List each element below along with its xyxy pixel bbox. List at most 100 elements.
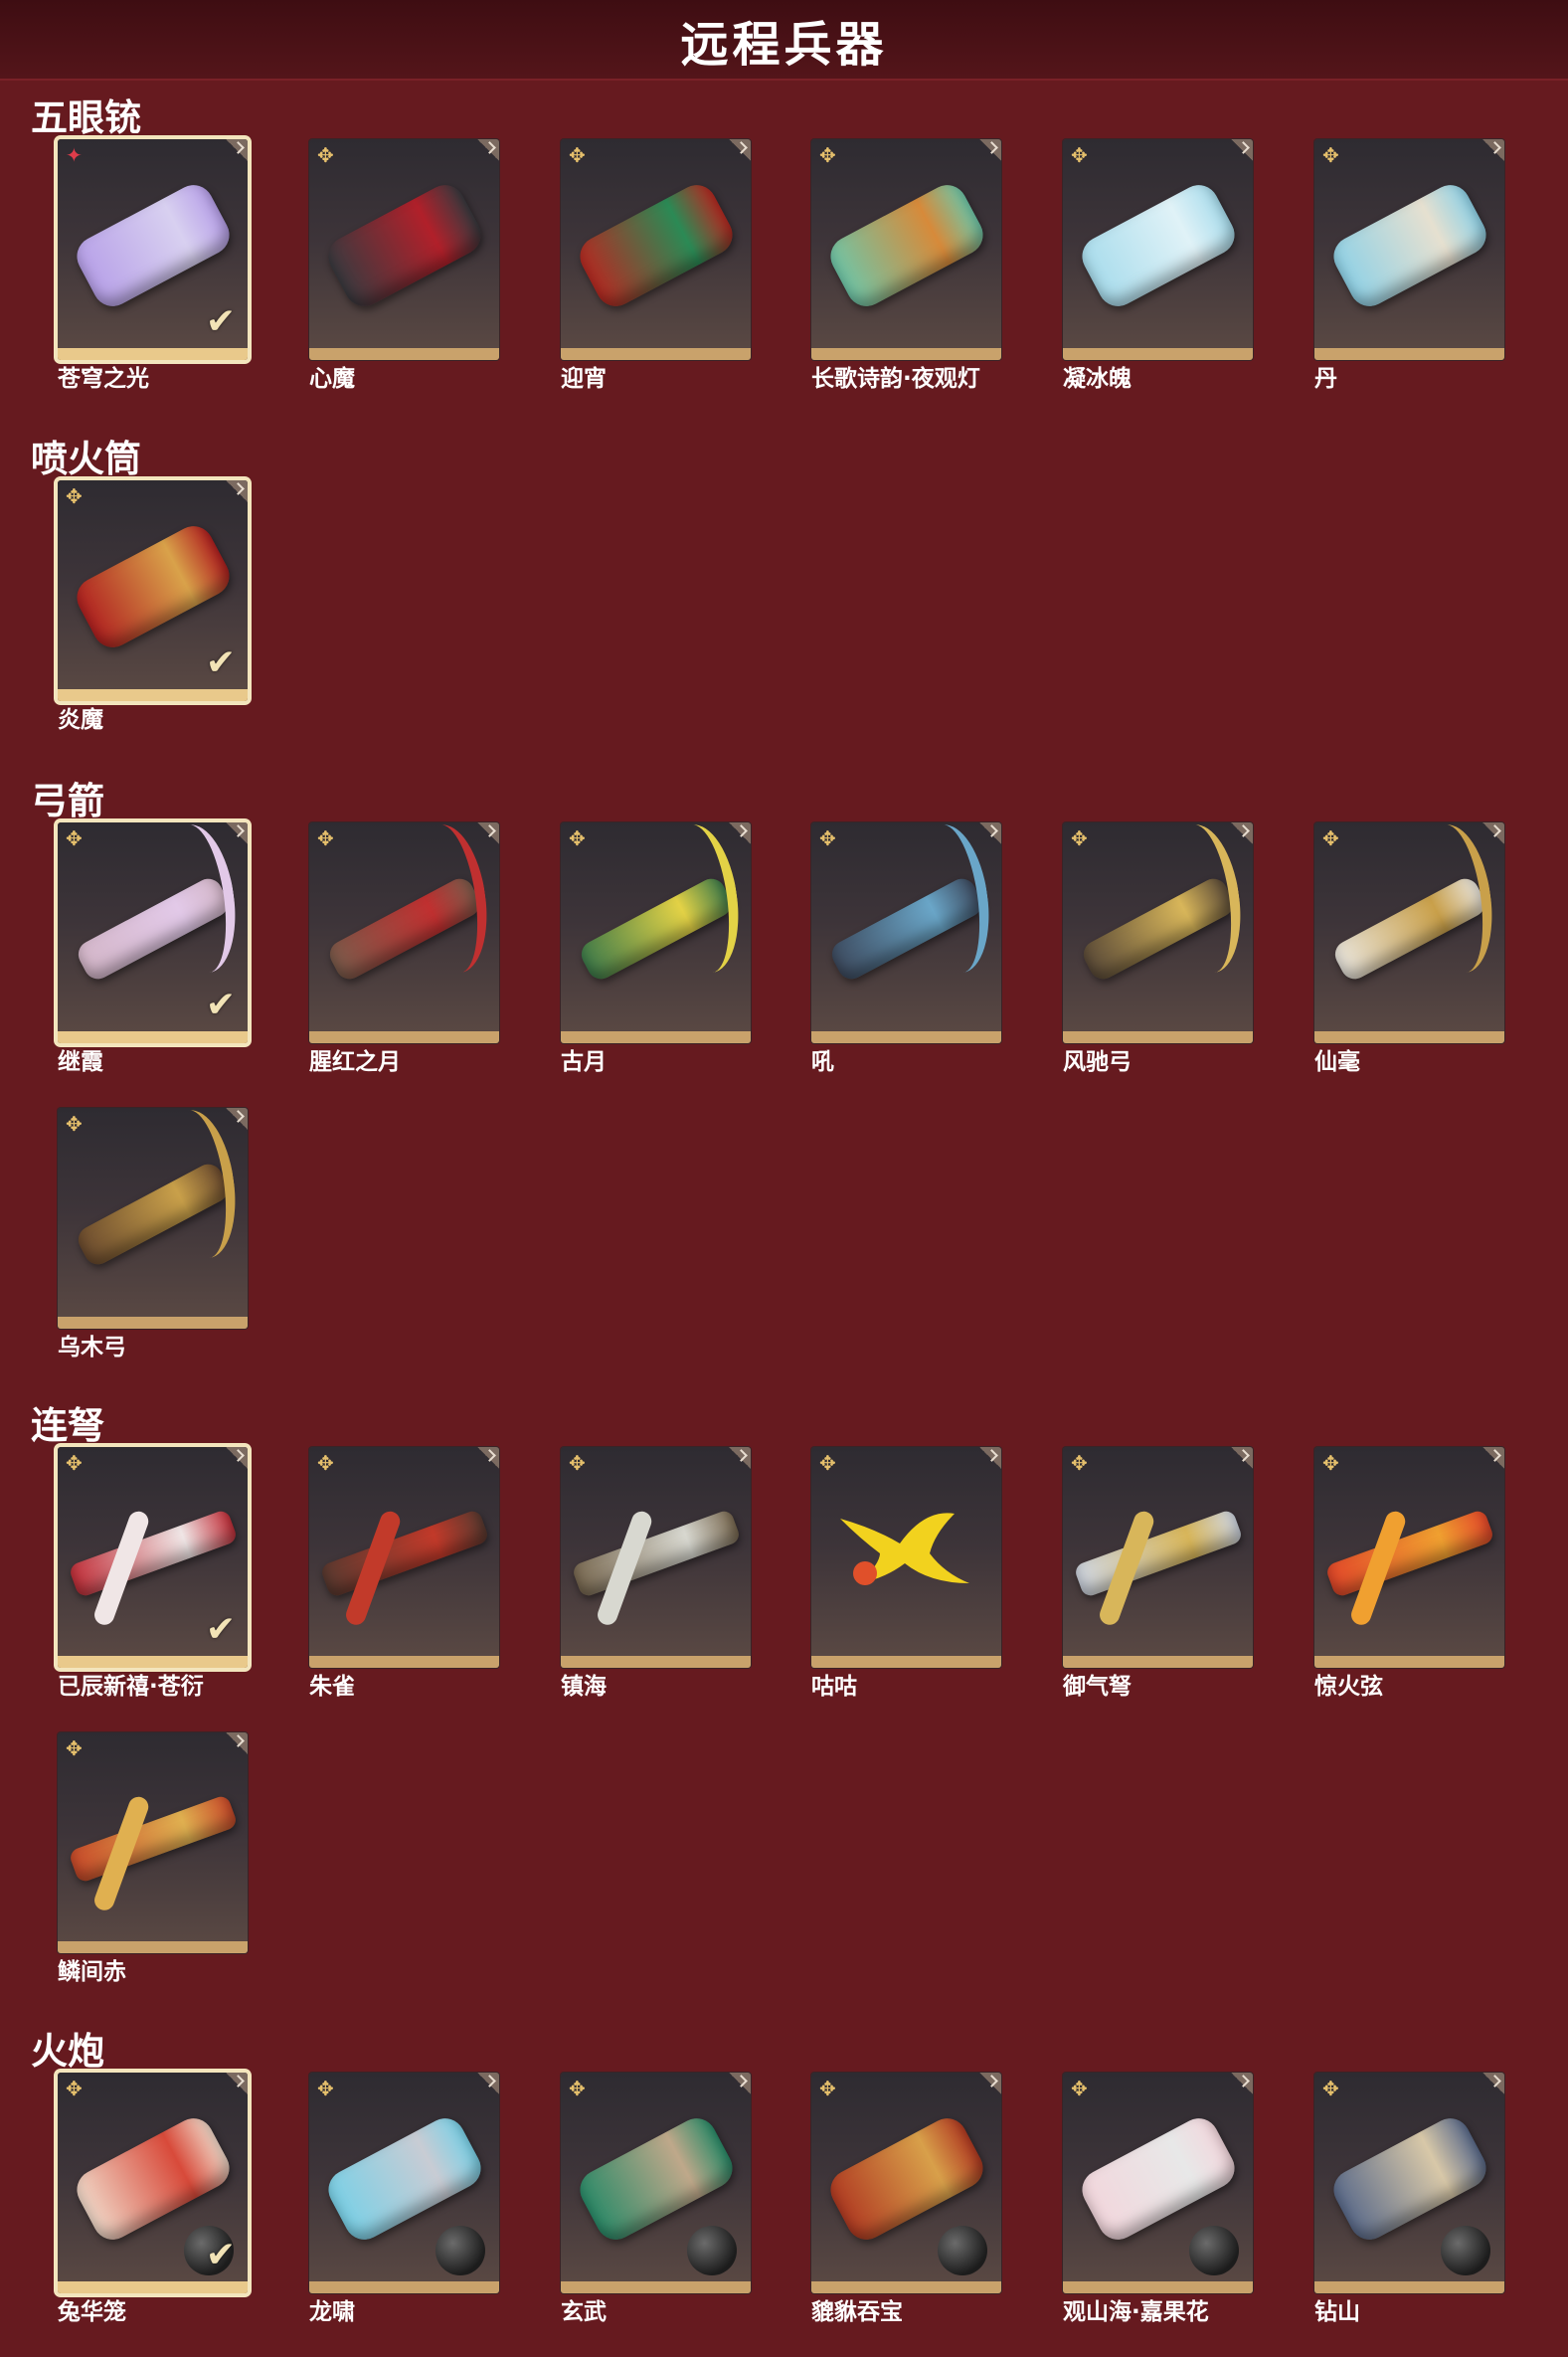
card-base-strip [1063, 2281, 1253, 2293]
cannon-icon [320, 177, 488, 313]
weapon-card[interactable]: ✥ 心魔 [309, 139, 561, 394]
corner-arrow-icon [477, 2073, 499, 2094]
weapon-thumbnail: ✥ [811, 139, 1001, 360]
weapon-card[interactable]: ✥ 丹 [1314, 139, 1566, 394]
crossbow-icon [67, 1793, 239, 1884]
weapon-thumbnail: ✦ ✔ [58, 139, 248, 360]
rarity-badge-icon: ✥ [66, 2077, 83, 2100]
page-title: 远程兵器 [680, 16, 888, 73]
weapon-thumbnail: ✥ [1063, 822, 1253, 1043]
card-base-strip [811, 2281, 1001, 2293]
bow-icon [324, 873, 484, 984]
weapon-card[interactable]: ✥ ✔ 已辰新禧·苍衍 [58, 1447, 309, 1702]
weapon-name: 朱雀 [309, 1674, 355, 1700]
weapon-name: 长歌诗韵·夜观灯 [811, 366, 980, 392]
corner-arrow-icon [729, 1447, 751, 1469]
card-base-strip [1063, 1031, 1253, 1043]
rarity-badge-icon: ✥ [1071, 2077, 1088, 2100]
weapon-card[interactable]: ✥ 吼 [811, 822, 1063, 1077]
card-base-strip [58, 1941, 248, 1953]
weapon-name: 腥红之月 [309, 1049, 401, 1075]
rarity-badge-icon: ✥ [1322, 143, 1339, 167]
rarity-badge-icon: ✥ [66, 484, 83, 508]
cannon-icon [69, 177, 237, 313]
crossbow-icon [1072, 1508, 1244, 1598]
weapon-thumbnail: ✥ [811, 1447, 1001, 1668]
weapon-thumbnail: ✥ [309, 1447, 499, 1668]
card-base-strip [811, 1031, 1001, 1043]
equipped-check-icon: ✔ [205, 642, 236, 683]
weapon-thumbnail: ✥ [561, 822, 751, 1043]
cannon-icon [572, 177, 740, 313]
weapon-card[interactable]: ✥ 观山海·嘉果花 [1063, 2073, 1314, 2327]
bow-icon [1078, 873, 1238, 984]
rarity-badge-icon: ✥ [569, 1451, 586, 1475]
weapon-card[interactable]: ✥ 咕咕 [811, 1447, 1063, 1702]
rarity-badge-icon: ✥ [317, 2077, 334, 2100]
weapon-card[interactable]: ✥ 古月 [561, 822, 812, 1077]
weapon-thumbnail: ✥ [1314, 1447, 1504, 1668]
card-base-strip [1314, 2281, 1504, 2293]
rarity-badge-icon: ✥ [317, 143, 334, 167]
section-title-gongjian: 弓箭 [31, 780, 104, 822]
weapon-thumbnail: ✥ [309, 822, 499, 1043]
cannonball-icon [1441, 2226, 1490, 2275]
cannon-icon [1325, 177, 1493, 313]
section-title-liannu: 连弩 [31, 1404, 104, 1447]
weapon-thumbnail: ✥ ✔ [58, 2073, 248, 2293]
card-base-strip [58, 348, 248, 360]
weapon-thumbnail: ✥ ✔ [58, 1447, 248, 1668]
rarity-badge-icon: ✥ [317, 826, 334, 850]
weapon-card[interactable]: ✥ 乌木弓 [58, 1108, 309, 1362]
weapon-thumbnail: ✥ [58, 1108, 248, 1329]
section-title-huopao: 火炮 [31, 2030, 104, 2073]
weapon-card[interactable]: ✥ 朱雀 [309, 1447, 561, 1702]
weapon-name: 继霞 [58, 1049, 103, 1075]
weapon-card[interactable]: ✥ ✔ 兔华笼 [58, 2073, 309, 2327]
corner-arrow-icon [477, 1447, 499, 1469]
weapon-card[interactable]: ✥ 惊火弦 [1314, 1447, 1566, 1702]
weapon-card[interactable]: ✥ ✔ 炎魔 [58, 480, 309, 735]
weapon-card[interactable]: ✥ 龙啸 [309, 2073, 561, 2327]
weapon-card[interactable]: ✥ 风驰弓 [1063, 822, 1314, 1077]
bow-icon [1329, 873, 1489, 984]
card-base-strip [309, 1031, 499, 1043]
card-base-strip [561, 1031, 751, 1043]
weapon-card[interactable]: ✥ 凝冰魄 [1063, 139, 1314, 394]
rarity-badge-icon: ✥ [1071, 826, 1088, 850]
weapon-name: 乌木弓 [58, 1335, 126, 1360]
weapon-card[interactable]: ✥ 貔貅吞宝 [811, 2073, 1063, 2327]
weapon-card[interactable]: ✥ 玄武 [561, 2073, 812, 2327]
weapon-name: 风驰弓 [1063, 1049, 1132, 1075]
weapon-card[interactable]: ✥ 鳞间赤 [58, 1732, 309, 1987]
card-base-strip [561, 348, 751, 360]
weapon-card[interactable]: ✥ 仙毫 [1314, 822, 1566, 1077]
rarity-badge-icon: ✥ [819, 826, 836, 850]
weapon-card[interactable]: ✥ 御气弩 [1063, 1447, 1314, 1702]
corner-arrow-icon [729, 139, 751, 161]
weapon-card[interactable]: ✥ 腥红之月 [309, 822, 561, 1077]
corner-arrow-icon [729, 2073, 751, 2094]
weapon-card[interactable]: ✥ ✔ 继霞 [58, 822, 309, 1077]
corner-arrow-icon [1482, 1447, 1504, 1469]
section-title-wuyanchong: 五眼铳 [31, 96, 141, 139]
weapon-thumbnail: ✥ [1314, 2073, 1504, 2293]
corner-arrow-icon [979, 139, 1001, 161]
cannonball-icon [938, 2226, 987, 2275]
weapon-card[interactable]: ✥ 迎宵 [561, 139, 812, 394]
weapon-card[interactable]: ✥ 镇海 [561, 1447, 812, 1702]
weapon-card[interactable]: ✥ 长歌诗韵·夜观灯 [811, 139, 1063, 394]
weapon-thumbnail: ✥ [1314, 822, 1504, 1043]
crossbow-icon [318, 1508, 490, 1598]
rarity-badge-icon: ✥ [819, 1451, 836, 1475]
corner-arrow-icon [477, 822, 499, 844]
card-base-strip [561, 1656, 751, 1668]
equipped-check-icon: ✔ [205, 301, 236, 342]
cannonball-icon [436, 2226, 485, 2275]
card-base-strip [811, 1656, 1001, 1668]
weapon-thumbnail: ✥ ✔ [58, 480, 248, 701]
corner-arrow-icon [226, 1447, 248, 1469]
weapon-card[interactable]: ✥ 钻山 [1314, 2073, 1566, 2327]
weapon-card[interactable]: ✦ ✔ 苍穹之光 [58, 139, 309, 394]
card-base-strip [58, 1317, 248, 1329]
